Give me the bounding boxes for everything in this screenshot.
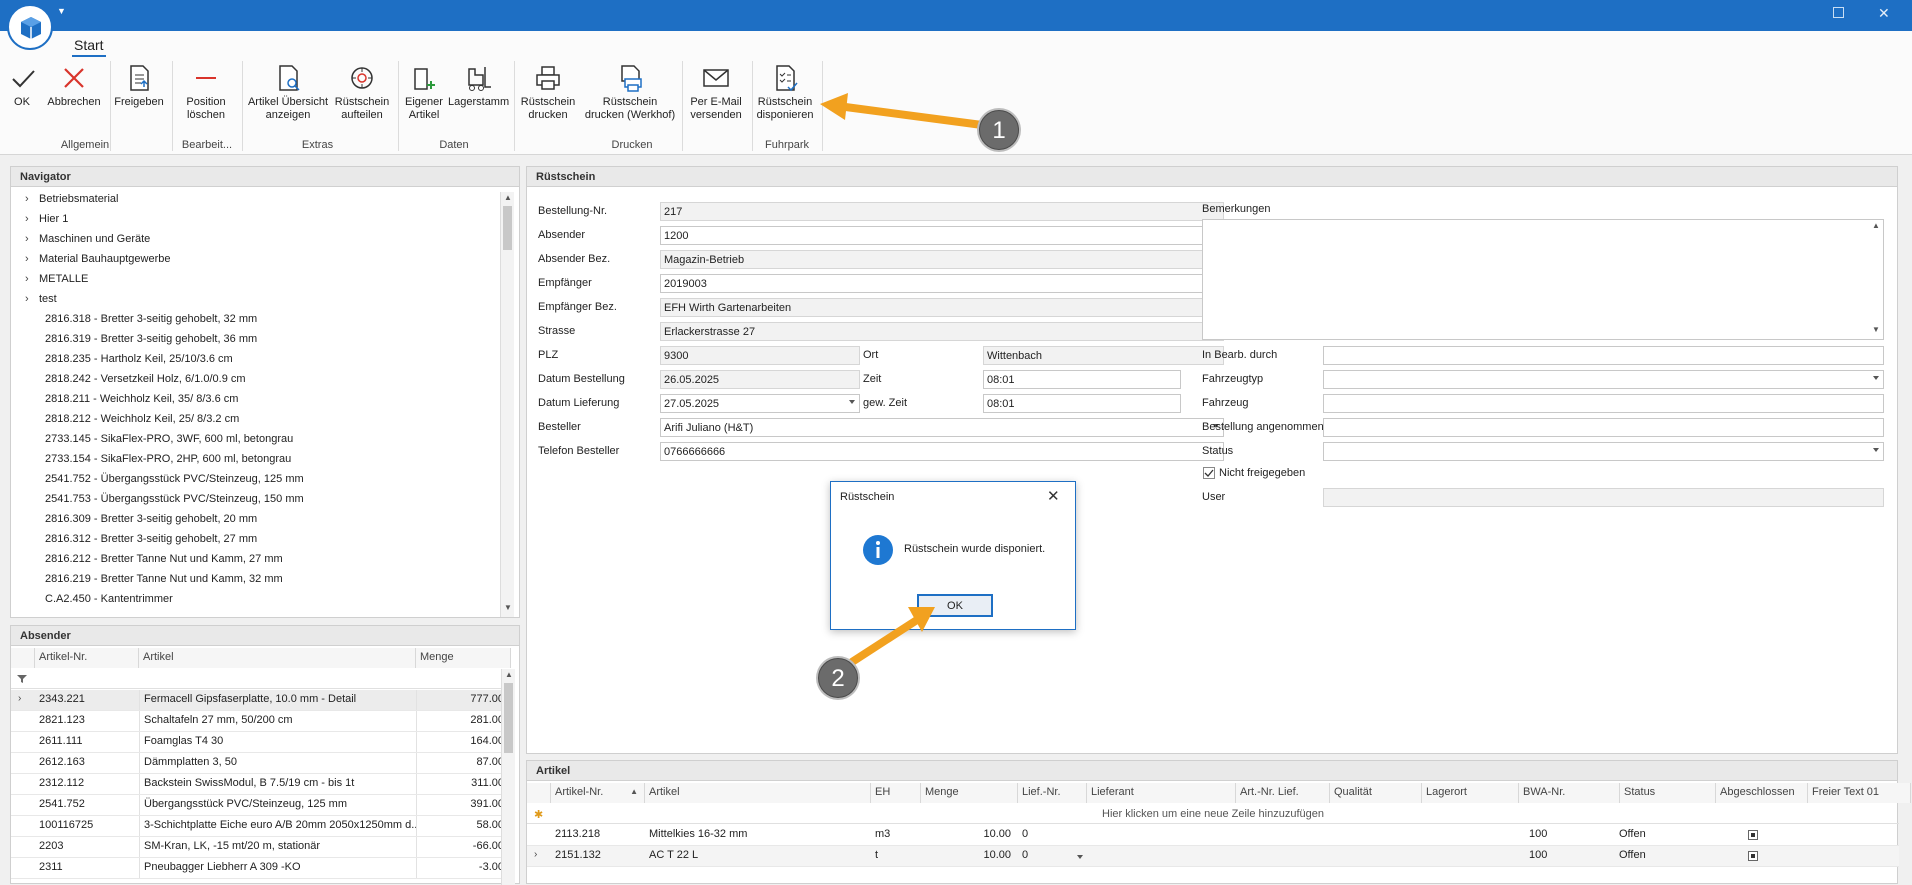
callout-2: 2 xyxy=(818,658,858,698)
app-logo-icon[interactable] xyxy=(7,4,53,50)
arrow-1-shaft xyxy=(834,102,986,129)
annotation-arrows xyxy=(820,93,986,666)
arrow-1-head xyxy=(820,93,848,120)
arrow-2-shaft xyxy=(848,614,924,666)
callout-1: 1 xyxy=(979,110,1019,150)
